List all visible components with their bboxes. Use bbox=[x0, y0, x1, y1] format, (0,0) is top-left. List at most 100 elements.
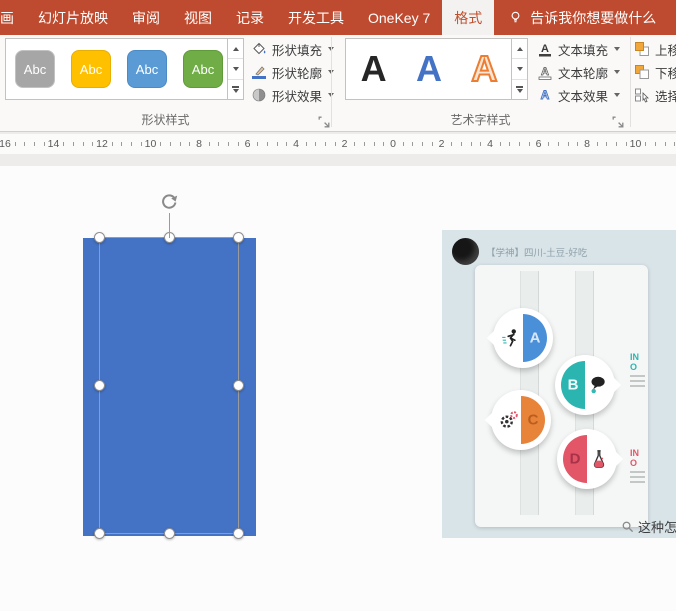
gallery-scroll-down-button[interactable] bbox=[512, 59, 527, 79]
tab-record[interactable]: 记录 bbox=[224, 0, 276, 35]
resize-handle-top-right[interactable] bbox=[233, 232, 244, 243]
tab-label: 审阅 bbox=[132, 8, 160, 28]
gallery-more-button[interactable] bbox=[512, 80, 527, 99]
ruler-number: 0 bbox=[383, 134, 403, 154]
tab-view[interactable]: 视图 bbox=[172, 0, 224, 35]
ruler-number: 6 bbox=[238, 134, 258, 154]
ruler-tick bbox=[471, 142, 472, 146]
ruler-number: 10 bbox=[141, 134, 161, 154]
triangle-up-icon bbox=[233, 47, 239, 51]
resize-handle-middle-right[interactable] bbox=[233, 380, 244, 391]
selection-pane-button[interactable]: 选择 bbox=[634, 85, 676, 105]
tab-slideshow[interactable]: 幻灯片放映 bbox=[26, 0, 120, 35]
shape-style-yellow[interactable]: Abc bbox=[71, 50, 111, 88]
more-bar-icon bbox=[516, 86, 523, 88]
shape-fill-button[interactable]: 形状填充 bbox=[251, 39, 334, 59]
ruler-number: 2 bbox=[335, 134, 355, 154]
running-person-icon bbox=[499, 327, 523, 349]
resize-handle-middle-left[interactable] bbox=[94, 380, 105, 391]
ruler-tick bbox=[548, 142, 549, 146]
picture-search-text: 这种怎 bbox=[638, 517, 676, 536]
wordart-style-orange[interactable]: A bbox=[471, 51, 497, 87]
badge-inner: C bbox=[497, 396, 545, 444]
text-effects-icon: A bbox=[537, 87, 553, 103]
badge-a: A bbox=[493, 308, 553, 368]
gallery-scroll-down-button[interactable] bbox=[228, 59, 243, 79]
dialog-launcher-icon bbox=[318, 116, 330, 128]
resize-handle-bottom-middle[interactable] bbox=[164, 528, 175, 539]
button-label: 选择 bbox=[655, 86, 676, 105]
info-placeholder-bar bbox=[630, 476, 645, 478]
speech-bubble-icon bbox=[585, 374, 609, 396]
gallery-more-button[interactable] bbox=[228, 80, 243, 99]
badge-inner: D bbox=[563, 435, 611, 483]
ruler-tick bbox=[558, 142, 559, 146]
gallery-scroll-up-button[interactable] bbox=[228, 39, 243, 59]
picture[interactable]: 【学神】四川-土豆-好吃 INOINO 这种怎 ABCD bbox=[442, 230, 676, 538]
shape-outline-button[interactable]: 形状轮廓 bbox=[251, 62, 334, 82]
ruler-tick bbox=[655, 142, 656, 146]
ruler-tick bbox=[228, 142, 229, 146]
text-outline-icon: A bbox=[537, 64, 553, 80]
rotation-handle[interactable] bbox=[158, 191, 180, 213]
tab-animation[interactable]: 动画 bbox=[0, 0, 26, 35]
text-effects-button[interactable]: A文本效果 bbox=[537, 85, 620, 105]
text-fill-button[interactable]: A文本填充 bbox=[537, 39, 620, 59]
gears-icon bbox=[497, 409, 521, 431]
picture-search-text-row: 这种怎 bbox=[621, 517, 676, 536]
shape-style-gray[interactable]: Abc bbox=[15, 50, 55, 88]
tab-label: 视图 bbox=[184, 8, 212, 28]
ruler-tick bbox=[645, 142, 646, 146]
triangle-down-icon bbox=[517, 67, 523, 71]
ruler-tick bbox=[354, 142, 355, 146]
info-label-line: O bbox=[630, 362, 654, 372]
wordart-style-blue[interactable]: A bbox=[416, 51, 442, 87]
swatch-label: Abc bbox=[80, 62, 102, 77]
ruler-tick bbox=[121, 142, 122, 146]
wordart-gallery-scrollbar bbox=[511, 39, 527, 99]
swatch-label: Abc bbox=[24, 62, 46, 77]
ruler-tick bbox=[267, 142, 268, 146]
gallery-scroll-up-button[interactable] bbox=[512, 39, 527, 59]
horizontal-ruler: 1614121086420246810 bbox=[0, 134, 676, 154]
tell-me-box[interactable]: 告诉我你想要做什么 bbox=[494, 0, 670, 35]
slide-canvas[interactable]: 【学神】四川-土豆-好吃 INOINO 这种怎 ABCD bbox=[0, 166, 676, 611]
powerpoint-window: 动画幻灯片放映 审阅 视图记录开发工具 OneKey 7格式 告诉我你想要做什么 Ab… bbox=[0, 0, 676, 611]
text-outline-button[interactable]: A文本轮廓 bbox=[537, 62, 620, 82]
resize-handle-top-left[interactable] bbox=[94, 232, 105, 243]
ruler-tick bbox=[519, 142, 520, 146]
ruler-tick bbox=[568, 142, 569, 146]
bring-forward-button[interactable]: 上移 bbox=[634, 39, 676, 59]
selection-box bbox=[99, 237, 239, 534]
wordart-styles-dialog-launcher[interactable] bbox=[612, 115, 624, 127]
tab-label: 开发工具 bbox=[288, 8, 344, 28]
send-backward-button[interactable]: 下移 bbox=[634, 62, 676, 82]
tab-developer[interactable]: 开发工具 bbox=[276, 0, 356, 35]
badge-inner: B bbox=[561, 361, 609, 409]
ribbon-tabs: 动画幻灯片放映 审阅 视图记录开发工具 OneKey 7格式 bbox=[0, 0, 494, 35]
tab-label: 幻灯片放映 bbox=[38, 8, 108, 28]
ruler-tick bbox=[218, 142, 219, 146]
ruler-tick bbox=[277, 142, 278, 146]
ruler-tick bbox=[83, 142, 84, 146]
ruler-tick bbox=[606, 142, 607, 146]
shape-style-swatches: Abc Abc Abc Abc bbox=[15, 50, 223, 88]
tab-format[interactable]: 格式 bbox=[442, 0, 494, 35]
ruler-tick bbox=[451, 142, 452, 146]
shape-styles-dialog-launcher[interactable] bbox=[318, 115, 330, 127]
shape-style-green[interactable]: Abc bbox=[183, 50, 223, 88]
tab-review[interactable]: 审阅 bbox=[120, 0, 172, 35]
tab-onekey[interactable]: OneKey 7 bbox=[356, 0, 442, 35]
ruler-tick bbox=[73, 142, 74, 146]
dropdown-caret-icon bbox=[614, 70, 620, 74]
shape-effects-button[interactable]: 形状效果 bbox=[251, 85, 334, 105]
wordart-style-black[interactable]: A bbox=[361, 51, 387, 87]
resize-handle-bottom-left[interactable] bbox=[94, 528, 105, 539]
ruler-tick bbox=[674, 142, 675, 146]
ruler-tick bbox=[306, 142, 307, 146]
ruler-tick bbox=[160, 142, 161, 146]
shape-style-blue[interactable]: Abc bbox=[127, 50, 167, 88]
ruler-tick bbox=[315, 142, 316, 146]
resize-handle-bottom-right[interactable] bbox=[233, 528, 244, 539]
badge-c: C bbox=[491, 390, 551, 450]
